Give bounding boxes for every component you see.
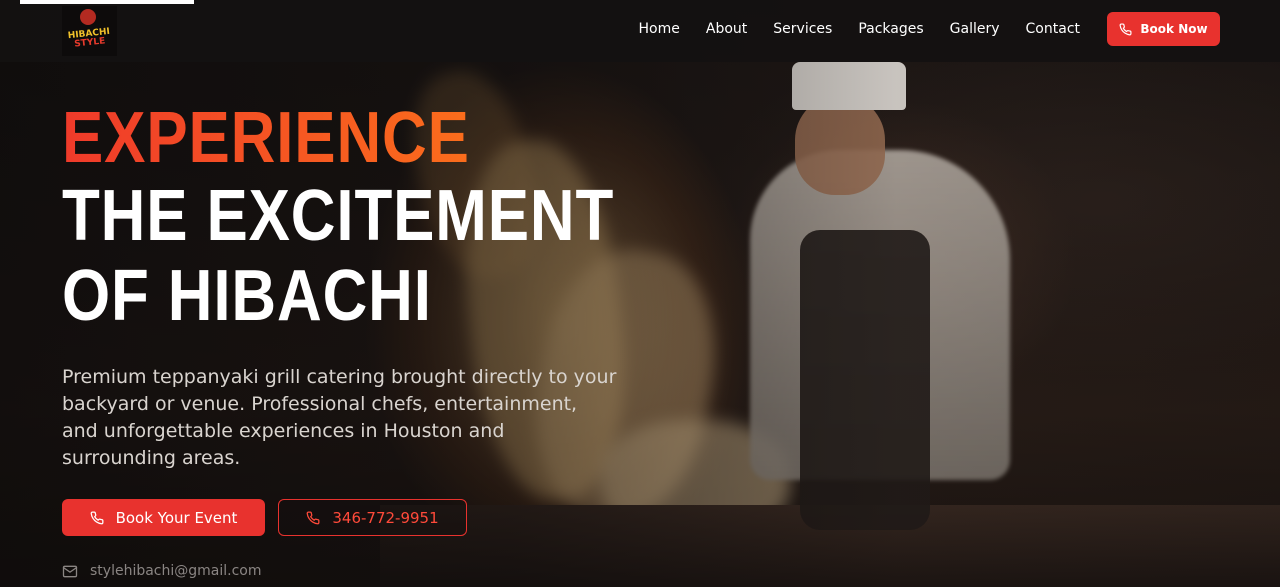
book-your-event-label: Book Your Event [115, 508, 238, 527]
main-nav: Home About Services Packages Gallery Con… [639, 0, 1080, 58]
hero-title-line3: OF HIBACHI [62, 256, 432, 336]
nav-services[interactable]: Services [773, 21, 832, 37]
email-address: stylehibachi@gmail.com [90, 563, 262, 579]
hero-title: EXPERIENCE THE EXCITEMENT OF HIBACHI [62, 100, 704, 336]
hero-title-line1: EXPERIENCE [62, 100, 614, 176]
nav-packages[interactable]: Packages [858, 21, 923, 37]
phone-icon [1119, 22, 1132, 36]
book-now-label: Book Now [1140, 22, 1208, 36]
hero-title-line2: THE EXCITEMENT [62, 176, 615, 256]
top-edge-strip [20, 0, 194, 4]
nav-home[interactable]: Home [639, 21, 680, 37]
phone-number-label: 346-772-9951 [332, 508, 439, 527]
nav-about[interactable]: About [706, 21, 747, 37]
brand-logo[interactable]: HIBACHI STYLE [62, 6, 117, 56]
nav-gallery[interactable]: Gallery [950, 21, 1000, 37]
email-contact[interactable]: stylehibachi@gmail.com [62, 563, 262, 579]
nav-contact[interactable]: Contact [1026, 21, 1080, 37]
phone-icon [306, 511, 320, 525]
hero-description: Premium teppanyaki grill catering brough… [62, 366, 617, 469]
site-header: HIBACHI STYLE Home About Services Packag… [0, 0, 1280, 62]
call-phone-button[interactable]: 346-772-9951 [278, 499, 467, 536]
logo-chef-icon [80, 9, 96, 25]
book-your-event-button[interactable]: Book Your Event [62, 499, 265, 536]
mail-icon [62, 565, 78, 578]
phone-icon [90, 511, 104, 525]
book-now-button[interactable]: Book Now [1107, 12, 1220, 46]
logo-text: HIBACHI STYLE [64, 27, 115, 52]
